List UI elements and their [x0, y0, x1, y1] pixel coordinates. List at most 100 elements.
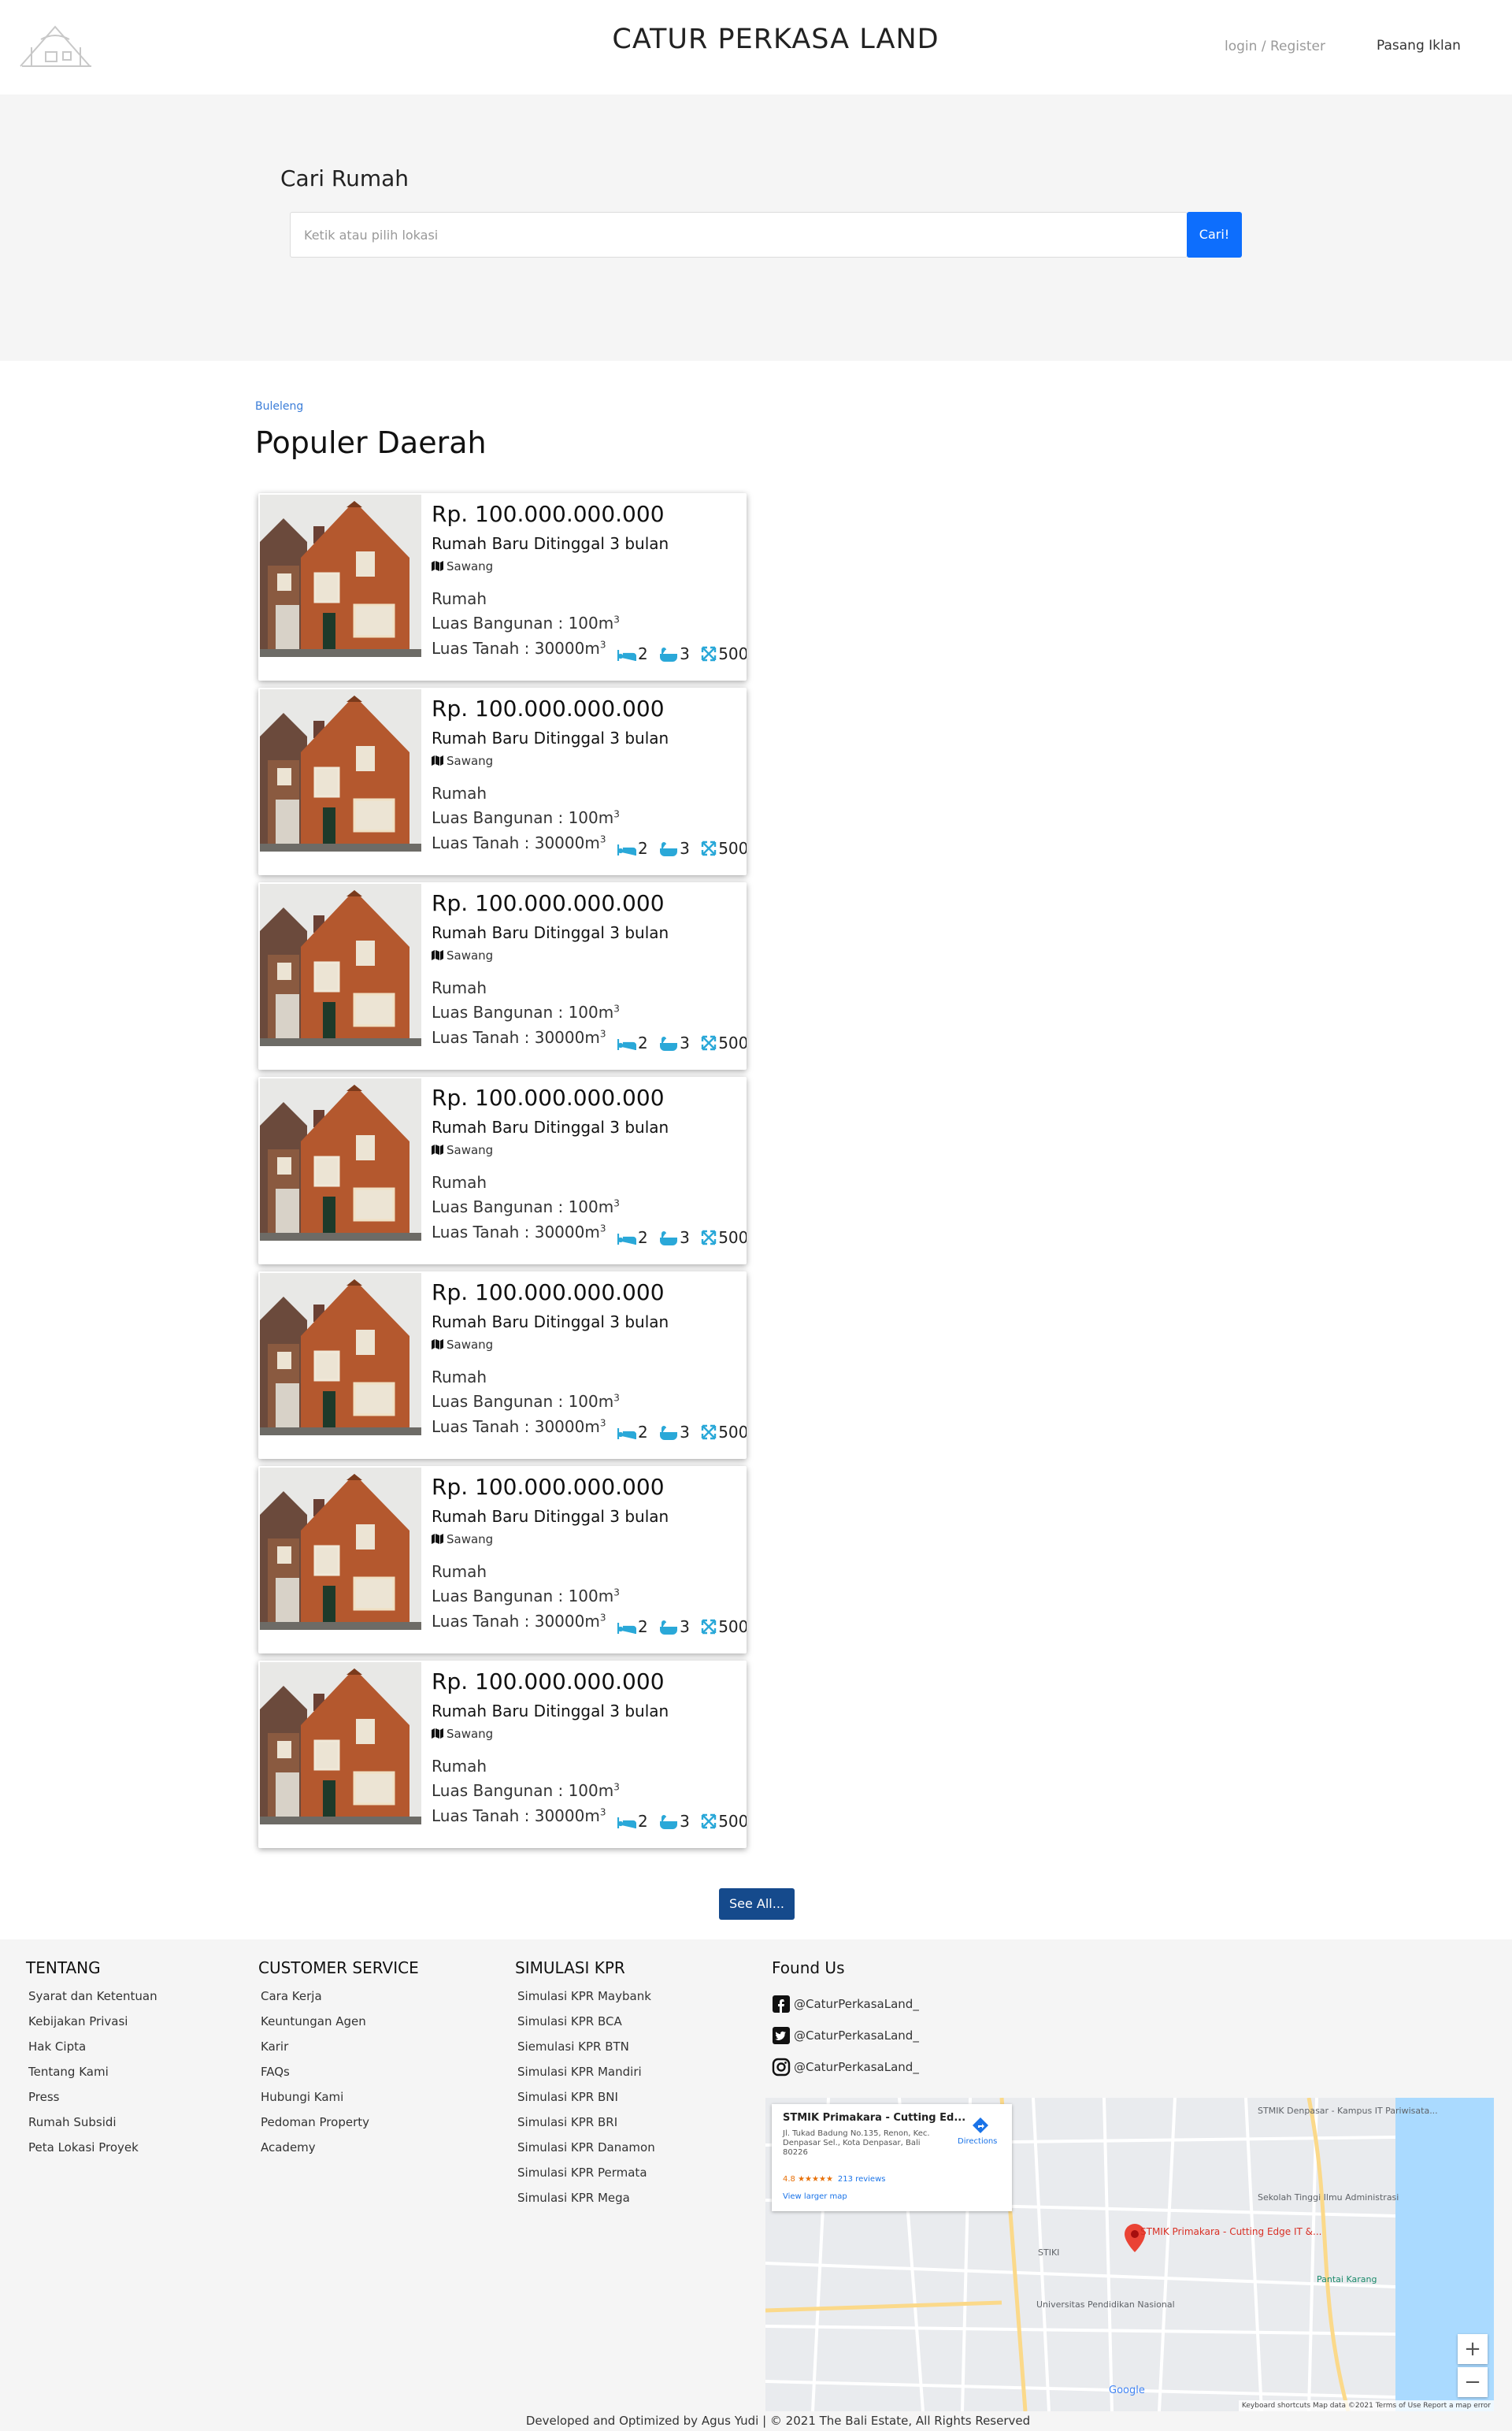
- area-icon: [701, 841, 717, 856]
- listing-location: Sawang: [432, 1143, 493, 1157]
- superscript: 3: [613, 614, 620, 625]
- see-all-button[interactable]: See All...: [719, 1888, 795, 1920]
- embedded-map[interactable]: STMIK Denpasar - Kampus IT Pariwisata...…: [765, 2098, 1494, 2411]
- map-place-card: STMIK Primakara - Cutting Ed... Jl. Tuka…: [772, 2104, 1012, 2211]
- footer-link[interactable]: Simulasi KPR BCA: [515, 2013, 655, 2039]
- footer-link[interactable]: Hak Cipta: [26, 2039, 158, 2064]
- listing-type: Rumah: [432, 784, 487, 803]
- listing-price: Rp. 100.000.000.000: [432, 1279, 665, 1305]
- listing-card[interactable]: Rp. 100.000.000.000 Rumah Baru Ditinggal…: [258, 493, 747, 681]
- sea-area: [1395, 2098, 1494, 2411]
- luas-bangunan-text: Luas Bangunan : 100m: [432, 614, 614, 633]
- footer-link[interactable]: Pedoman Property: [258, 2114, 419, 2140]
- listing-title[interactable]: Rumah Baru Ditinggal 3 bulan: [432, 1507, 669, 1526]
- footer-link[interactable]: Press: [26, 2089, 158, 2114]
- footer-link[interactable]: Cara Kerja: [258, 1988, 419, 2013]
- bath-icon: [660, 1426, 678, 1440]
- directions-link[interactable]: Directions: [958, 2137, 997, 2146]
- listing-card[interactable]: Rp. 100.000.000.000 Rumah Baru Ditinggal…: [258, 1466, 747, 1653]
- facebook-link[interactable]: @CaturPerkasaLand_: [772, 1988, 919, 2020]
- footer-link[interactable]: Simulasi KPR Permata: [515, 2165, 655, 2190]
- bath-count: 3: [680, 1228, 690, 1247]
- pasang-iklan-link[interactable]: Pasang Iklan: [1377, 38, 1461, 54]
- footer-link[interactable]: FAQs: [258, 2064, 419, 2089]
- map-icon: [432, 950, 443, 960]
- bed-count: 2: [638, 644, 648, 663]
- listing-card[interactable]: Rp. 100.000.000.000 Rumah Baru Ditinggal…: [258, 1661, 747, 1848]
- footer-link[interactable]: Rumah Subsidi: [26, 2114, 158, 2140]
- zoom-in-button[interactable]: +: [1458, 2334, 1488, 2364]
- footer-col-tentang: TENTANG Syarat dan Ketentuan Kebijakan Pr…: [26, 1958, 158, 2165]
- footer-link[interactable]: Peta Lokasi Proyek: [26, 2140, 158, 2165]
- listing-title[interactable]: Rumah Baru Ditinggal 3 bulan: [432, 1312, 669, 1331]
- footer-link[interactable]: Simulasi KPR BRI: [515, 2114, 655, 2140]
- map-label-stiki: STIKI: [1038, 2247, 1060, 2258]
- listing-card[interactable]: Rp. 100.000.000.000 Rumah Baru Ditinggal…: [258, 1077, 747, 1264]
- twitter-icon: [773, 2027, 790, 2044]
- listing-title[interactable]: Rumah Baru Ditinggal 3 bulan: [432, 1702, 669, 1720]
- footer-link[interactable]: Karir: [258, 2039, 419, 2064]
- search-heading: Cari Rumah: [280, 165, 410, 191]
- bath-count: 3: [680, 1034, 690, 1052]
- bed-icon: [617, 1039, 636, 1050]
- bed-count: 2: [638, 1228, 648, 1247]
- footer-link[interactable]: Kebijakan Privasi: [26, 2013, 158, 2039]
- luas-bangunan-text: Luas Bangunan : 100m: [432, 1781, 614, 1800]
- listing-location-text: Sawang: [447, 1727, 494, 1741]
- footer-link[interactable]: Keuntungan Agen: [258, 2013, 419, 2039]
- listing-card[interactable]: Rp. 100.000.000.000 Rumah Baru Ditinggal…: [258, 1271, 747, 1459]
- map-icon: [432, 1534, 443, 1544]
- footer-heading-tentang: TENTANG: [26, 1958, 101, 1977]
- footer-link[interactable]: Tentang Kami: [26, 2064, 158, 2089]
- listing-price: Rp. 100.000.000.000: [432, 890, 665, 916]
- listing-card[interactable]: Rp. 100.000.000.000 Rumah Baru Ditinggal…: [258, 882, 747, 1070]
- luas-tanah: Luas Tanah : 30000m3: [432, 639, 606, 658]
- footer-link[interactable]: Siemulasi KPR BTN: [515, 2039, 655, 2064]
- zoom-out-button[interactable]: −: [1458, 2367, 1488, 2397]
- bath-icon: [660, 842, 678, 856]
- luas-tanah: Luas Tanah : 30000m3: [432, 1028, 606, 1047]
- search-section: Cari Rumah Ketik atau pilih lokasi Cari!: [0, 95, 1512, 361]
- listing-features: 2 3 500: [617, 1228, 747, 1247]
- listing-type: Rumah: [432, 1562, 487, 1581]
- listing-price: Rp. 100.000.000.000: [432, 1668, 665, 1694]
- bed-icon: [617, 1234, 636, 1245]
- footer-link[interactable]: Simulasi KPR Mega: [515, 2190, 655, 2215]
- listing-title[interactable]: Rumah Baru Ditinggal 3 bulan: [432, 729, 669, 748]
- bath-count: 3: [680, 644, 690, 663]
- footer-link[interactable]: Simulasi KPR Danamon: [515, 2140, 655, 2165]
- directions-icon[interactable]: [972, 2117, 989, 2134]
- bath-count: 3: [680, 1423, 690, 1442]
- search-input[interactable]: Ketik atau pilih lokasi: [290, 212, 1188, 258]
- view-larger-map-link[interactable]: View larger map: [783, 2192, 847, 2201]
- listing-location: Sawang: [432, 754, 493, 768]
- listing-price: Rp. 100.000.000.000: [432, 1085, 665, 1111]
- instagram-link[interactable]: @CaturPerkasaLand_: [772, 2051, 919, 2083]
- bed-icon: [617, 1623, 636, 1634]
- area-icon: [701, 1813, 717, 1829]
- luas-bangunan: Luas Bangunan : 100m3: [432, 1392, 620, 1411]
- bed-icon: [617, 844, 636, 855]
- listing-location-text: Sawang: [447, 754, 494, 768]
- listing-features: 2 3 500: [617, 1034, 747, 1052]
- map-reviews-link[interactable]: 213 reviews: [838, 2175, 886, 2184]
- listing-location-text: Sawang: [447, 1143, 494, 1157]
- footer-link[interactable]: Simulasi KPR Maybank: [515, 1988, 655, 2013]
- luas-bangunan-text: Luas Bangunan : 100m: [432, 1003, 614, 1022]
- listing-title[interactable]: Rumah Baru Ditinggal 3 bulan: [432, 1118, 669, 1137]
- login-register-link[interactable]: login / Register: [1225, 39, 1325, 54]
- footer-link[interactable]: Syarat dan Ketentuan: [26, 1988, 158, 2013]
- luas-tanah-text: Luas Tanah : 30000m: [432, 1028, 600, 1047]
- breadcrumb[interactable]: Buleleng: [255, 400, 303, 413]
- footer-link[interactable]: Academy: [258, 2140, 419, 2165]
- listing-card[interactable]: Rp. 100.000.000.000 Rumah Baru Ditinggal…: [258, 688, 747, 875]
- footer-link[interactable]: Simulasi KPR Mandiri: [515, 2064, 655, 2089]
- search-button[interactable]: Cari!: [1187, 212, 1242, 258]
- luas-tanah-text: Luas Tanah : 30000m: [432, 1612, 600, 1631]
- listing-title[interactable]: Rumah Baru Ditinggal 3 bulan: [432, 923, 669, 942]
- listing-title[interactable]: Rumah Baru Ditinggal 3 bulan: [432, 534, 669, 553]
- twitter-handle: @CaturPerkasaLand_: [794, 2028, 919, 2043]
- footer-link[interactable]: Hubungi Kami: [258, 2089, 419, 2114]
- twitter-link[interactable]: @CaturPerkasaLand_: [772, 2020, 919, 2051]
- footer-link[interactable]: Simulasi KPR BNI: [515, 2089, 655, 2114]
